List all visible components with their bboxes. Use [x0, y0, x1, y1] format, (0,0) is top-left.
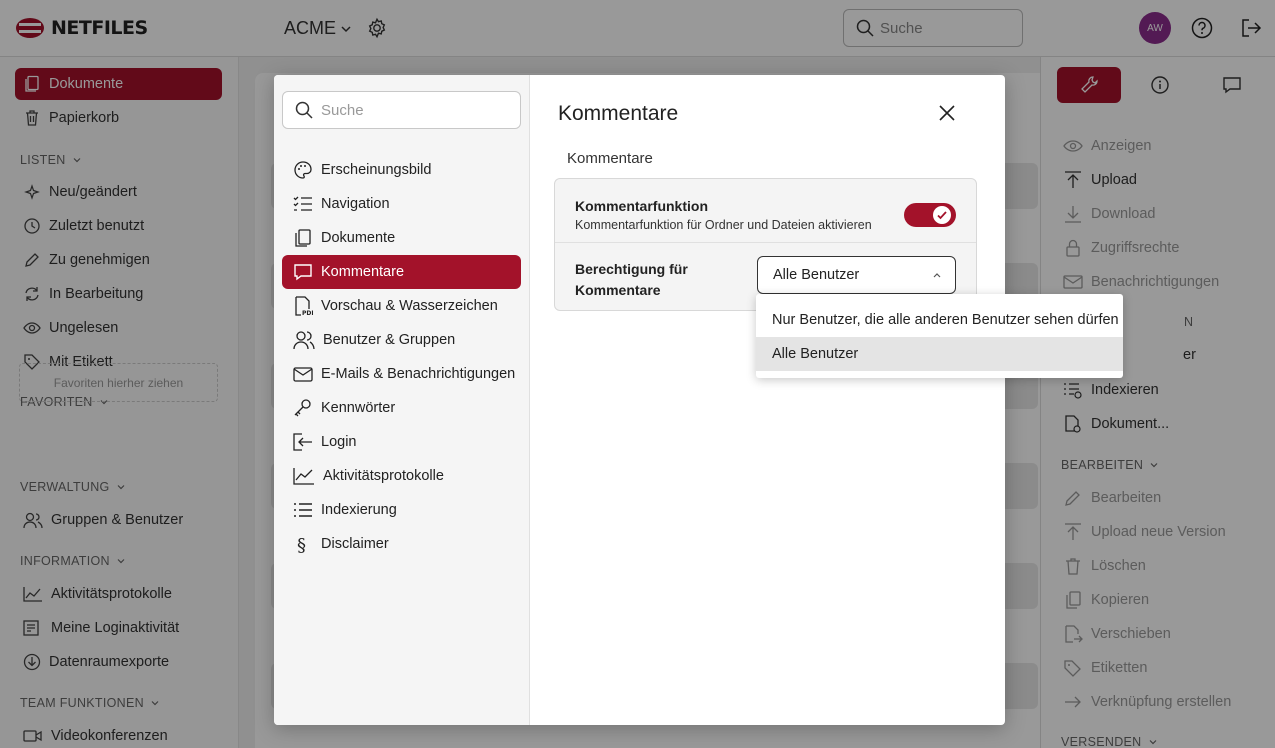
- list-icon: [293, 500, 313, 520]
- svg-text:PDF: PDF: [302, 310, 313, 316]
- permission-label: Berechtigung für Kommentare: [575, 261, 688, 298]
- users-icon: [293, 330, 315, 350]
- mail-icon: [293, 364, 313, 384]
- nav-item-label: Kommentare: [321, 264, 405, 280]
- nav-item-navigation[interactable]: Navigation: [282, 187, 521, 221]
- chevron-up-icon: [932, 271, 942, 279]
- nav-item-label: Login: [321, 434, 357, 450]
- settings-modal: Suche Erscheinungsbild Navigation Dokume…: [274, 75, 1123, 725]
- settings-search-input[interactable]: Suche: [282, 91, 521, 129]
- nav-item-label: Kennwörter: [321, 400, 396, 416]
- settings-nav: Suche Erscheinungsbild Navigation Dokume…: [274, 75, 530, 725]
- nav-item-users-groups[interactable]: Benutzer & Gruppen: [282, 323, 521, 357]
- setting-title: Kommentarfunktion: [575, 198, 708, 214]
- page-title: Kommentare: [558, 102, 679, 125]
- nav-item-indexing[interactable]: Indexierung: [282, 493, 521, 527]
- nav-item-disclaimer[interactable]: § Disclaimer: [282, 527, 521, 561]
- nav-item-activity-logs[interactable]: Aktivitätsprotokolle: [282, 459, 521, 493]
- nav-item-appearance[interactable]: Erscheinungsbild: [282, 153, 521, 187]
- section-subtitle: Kommentare: [567, 150, 653, 167]
- activity-icon: [293, 466, 315, 486]
- nav-item-emails[interactable]: E-Mails & Benachrichtigungen: [282, 357, 521, 391]
- nav-item-label: E-Mails & Benachrichtigungen: [321, 366, 516, 382]
- nav-item-label: Navigation: [321, 196, 390, 212]
- checklist-icon: [293, 194, 313, 214]
- toggle-knob: [933, 206, 951, 224]
- nav-item-label: Disclaimer: [321, 536, 389, 552]
- comment-icon: [293, 262, 313, 282]
- permission-select[interactable]: Alle Benutzer: [757, 256, 956, 294]
- nav-item-label: Indexierung: [321, 502, 397, 518]
- permission-dropdown: Nur Benutzer, die alle anderen Benutzer …: [756, 294, 1123, 378]
- nav-item-label: Dokumente: [321, 230, 396, 246]
- comment-settings-card: Kommentarfunktion Kommentarfunktion für …: [554, 178, 977, 311]
- comment-function-toggle[interactable]: [904, 203, 956, 227]
- dropdown-option-selected[interactable]: Alle Benutzer: [756, 337, 1123, 371]
- documents-icon: [293, 228, 313, 248]
- nav-item-comments[interactable]: Kommentare: [282, 255, 521, 289]
- nav-item-documents[interactable]: Dokumente: [282, 221, 521, 255]
- close-icon[interactable]: [938, 104, 956, 122]
- nav-item-label: Vorschau & Wasserzeichen: [321, 298, 498, 314]
- settings-content: Kommentare Kommentare Kommentarfunktion …: [530, 75, 1005, 725]
- nav-item-login[interactable]: Login: [282, 425, 521, 459]
- paragraph-icon: §: [293, 534, 313, 554]
- select-value: Alle Benutzer: [773, 267, 860, 283]
- setting-description: Kommentarfunktion für Ordner und Dateien…: [575, 218, 872, 232]
- svg-text:§: §: [297, 535, 306, 554]
- key-icon: [293, 398, 313, 418]
- pdf-icon: PDF: [293, 296, 313, 316]
- nav-item-preview-watermark[interactable]: PDF Vorschau & Wasserzeichen: [282, 289, 521, 323]
- check-icon: [936, 209, 948, 221]
- search-placeholder: Suche: [321, 101, 364, 119]
- nav-item-label: Erscheinungsbild: [321, 162, 432, 178]
- search-icon: [295, 101, 313, 119]
- dropdown-option[interactable]: Nur Benutzer, die alle anderen Benutzer …: [756, 303, 1123, 337]
- setting-row-comment-function: Kommentarfunktion Kommentarfunktion für …: [555, 179, 976, 243]
- nav-item-label: Aktivitätsprotokolle: [323, 468, 444, 484]
- login-icon: [293, 432, 313, 452]
- palette-icon: [293, 160, 313, 180]
- nav-item-label: Benutzer & Gruppen: [323, 332, 456, 348]
- nav-item-passwords[interactable]: Kennwörter: [282, 391, 521, 425]
